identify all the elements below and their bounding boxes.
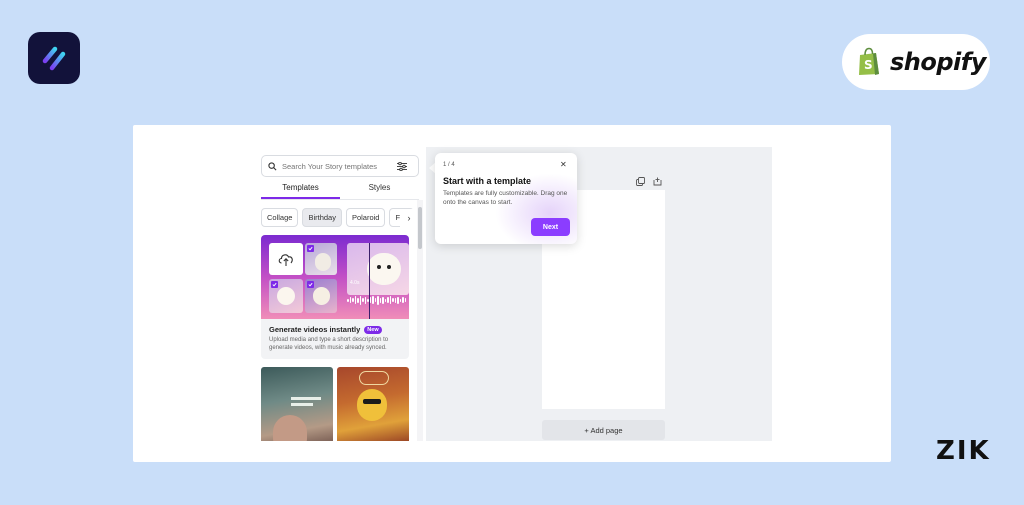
dog-photo-2 [269, 279, 303, 313]
video-playhead [369, 243, 370, 319]
templates-panel: Templates Styles Collage Birthday Polaro… [254, 147, 426, 441]
chip-birthday[interactable]: Birthday [302, 208, 342, 227]
tooltip-step-counter: 1 / 4 [443, 162, 455, 168]
chip-polaroid[interactable]: Polaroid [345, 208, 386, 227]
add-page-icon[interactable] [653, 177, 662, 186]
panel-tabs: Templates Styles [261, 181, 419, 199]
thumb-text-line [291, 397, 321, 400]
close-icon[interactable]: ✕ [560, 160, 567, 169]
thumb-person [357, 389, 387, 421]
promo-artwork: 4.0s [261, 235, 409, 319]
generate-videos-card[interactable]: 4.0s Generate videos instantly New Uploa… [261, 235, 409, 359]
search-icon [268, 161, 277, 170]
tooltip-title: Start with a template [443, 176, 532, 186]
duplicate-page-icon[interactable] [636, 177, 645, 186]
shopify-bag-icon: S [859, 47, 879, 75]
clip-time: 4.0s [350, 280, 360, 286]
svg-text:S: S [864, 58, 873, 72]
chips-scroll-right-icon[interactable]: › [400, 209, 418, 227]
checkbox-icon [271, 281, 278, 288]
template-thumbnail-1[interactable] [261, 367, 333, 441]
add-page-button[interactable]: + Add page [542, 420, 665, 440]
cloud-upload-icon [278, 254, 293, 266]
app-logo-icon [42, 46, 66, 71]
audio-waveform [347, 295, 407, 305]
zik-watermark: ZIK [936, 436, 991, 466]
promo-title-text: Generate videos instantly [269, 325, 361, 334]
shopify-wordmark: shopify [890, 48, 986, 76]
app-logo [28, 32, 80, 84]
thumb-sunglasses [363, 399, 381, 404]
dog-photo-large [347, 243, 409, 295]
onboarding-tooltip: 1 / 4 ✕ Start with a template Templates … [435, 153, 577, 244]
thumb-text-line [291, 403, 313, 406]
tab-styles[interactable]: Styles [340, 181, 419, 199]
tab-divider [261, 199, 419, 200]
template-thumbnail-2[interactable] [337, 367, 409, 441]
thumb-person [273, 415, 307, 441]
new-badge: New [364, 325, 382, 334]
shopify-logo: S shopify [842, 34, 990, 90]
tooltip-description: Templates are fully customizable. Drag o… [443, 190, 568, 206]
dog-photo-1 [305, 243, 337, 275]
promo-title: Generate videos instantly New [269, 325, 382, 334]
dog-photo-3 [305, 279, 337, 313]
page-tools [636, 177, 662, 186]
promo-description: Upload media and type a short descriptio… [269, 337, 389, 351]
filter-icon[interactable] [397, 161, 407, 171]
tab-templates[interactable]: Templates [261, 181, 340, 199]
chip-collage[interactable]: Collage [261, 208, 299, 227]
thumb-badge [359, 371, 389, 385]
next-button[interactable]: Next [531, 218, 570, 236]
template-search-box[interactable] [261, 155, 419, 177]
category-chips: Collage Birthday Polaroid Foo [261, 208, 415, 227]
search-input[interactable] [282, 161, 392, 171]
panel-scrollbar-thumb[interactable] [418, 207, 422, 249]
upload-tile [269, 243, 303, 275]
checkbox-icon [307, 245, 314, 252]
checkbox-icon [307, 281, 314, 288]
